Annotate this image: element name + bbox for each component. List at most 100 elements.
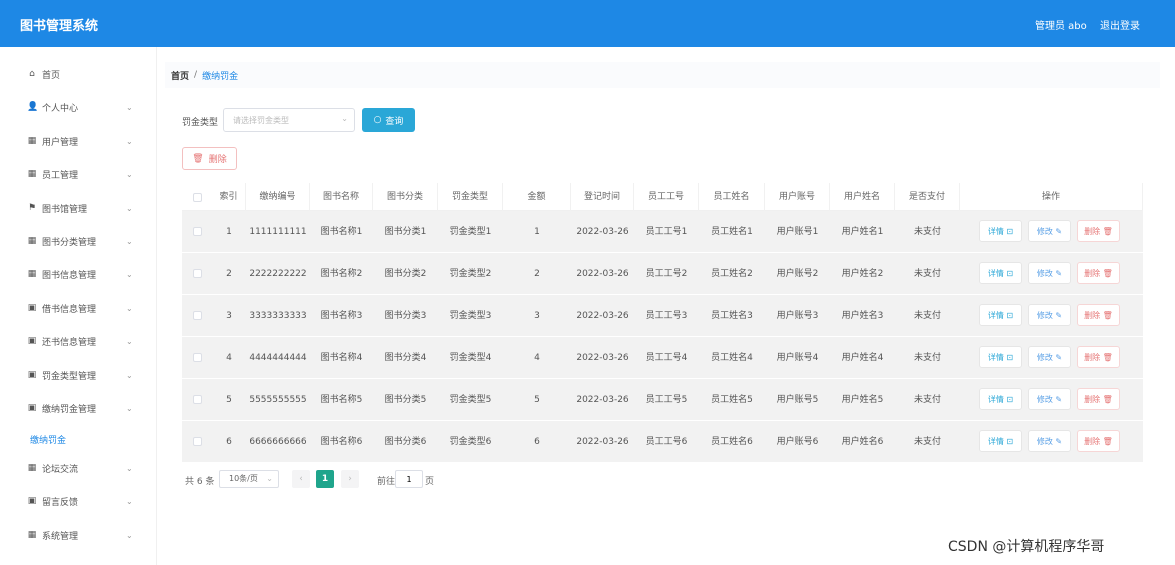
detail-button[interactable]: 详情 ⊡ [979, 304, 1022, 326]
column-header: 索引 [212, 183, 246, 211]
table-row: 3 3333333333 图书名称3 图书分类3 罚金类型3 3 2022-03-26 员工工… [182, 295, 1143, 337]
chevron-down-icon: ⌄ [126, 236, 133, 246]
app-title: 图书管理系统 [20, 19, 99, 34]
detail-button[interactable]: 详情 ⊡ [979, 262, 1022, 284]
row-checkbox[interactable] [193, 437, 202, 446]
edit-button[interactable]: 修改 ✎ [1028, 220, 1071, 242]
table-cell: 图书分类3 [384, 311, 427, 321]
table-row: 6 6666666666 图书名称6 图书分类6 罚金类型6 6 2022-03-26 员工工… [182, 421, 1143, 463]
table-cell: 员工工号1 [645, 227, 688, 237]
prev-page-button[interactable]: ‹ [292, 470, 310, 488]
column-header: 员工工号 [634, 183, 699, 211]
sidebar-item-1[interactable]: 👤 个人中心 ⌄ [0, 96, 157, 118]
page-size-select[interactable]: 10条/页 ⌄ [219, 470, 279, 488]
select-all-checkbox[interactable] [193, 193, 202, 202]
table-cell: 用户姓名4 [841, 353, 884, 363]
table-cell: 用户账号1 [776, 227, 819, 237]
sidebar-item-label: 系统管理 [42, 531, 79, 542]
table-cell: 5 [226, 395, 232, 405]
sidebar-item-4[interactable]: ⚑ 图书馆管理 ⌄ [0, 197, 157, 219]
column-header: 登记时间 [571, 183, 634, 211]
table-cell: 2022-03-26 [576, 437, 629, 447]
detail-button[interactable]: 详情 ⊡ [979, 430, 1022, 452]
table-cell: 2 [226, 269, 232, 279]
sidebar-item-13[interactable]: ▦ 系统管理 ⌄ [0, 524, 157, 546]
table-cell: 罚金类型5 [449, 395, 492, 405]
table-cell: 图书名称6 [320, 437, 363, 447]
sidebar-item-label: 用户管理 [42, 137, 79, 148]
page-number-current[interactable]: 1 [316, 470, 334, 488]
edit-button[interactable]: 修改 ✎ [1028, 304, 1071, 326]
row-checkbox[interactable] [193, 353, 202, 362]
delete-button[interactable]: 删除 🗑 [1077, 220, 1120, 242]
table-cell: 4 [226, 353, 232, 363]
sidebar-item-6[interactable]: ▦ 图书信息管理 ⌄ [0, 263, 157, 285]
sidebar-item-3[interactable]: ▦ 员工管理 ⌄ [0, 163, 157, 185]
table-cell: 5555555555 [249, 395, 307, 405]
sidebar-item-5[interactable]: ▦ 图书分类管理 ⌄ [0, 230, 157, 252]
table-cell: 图书分类6 [384, 437, 427, 447]
sidebar-item-7[interactable]: ▣ 借书信息管理 ⌄ [0, 297, 157, 319]
delete-button[interactable]: 删除 🗑 [1077, 388, 1120, 410]
fine-type-select[interactable]: ⌄ [223, 108, 355, 132]
fine-type-input[interactable] [224, 109, 334, 131]
next-page-button[interactable]: › [341, 470, 359, 488]
sidebar-item-10[interactable]: ▣ 缴纳罚金管理 ⌄ [0, 397, 157, 419]
sidebar-item-2[interactable]: ▦ 用户管理 ⌄ [0, 130, 157, 152]
menu-icon: ▦ [27, 169, 37, 179]
delete-button[interactable]: 删除 🗑 [1077, 262, 1120, 284]
sidebar-item-8[interactable]: ▣ 还书信息管理 ⌄ [0, 330, 157, 352]
chevron-down-icon: ⌄ [126, 496, 133, 506]
row-checkbox[interactable] [193, 227, 202, 236]
delete-button[interactable]: 删除 🗑 [1077, 430, 1120, 452]
edit-button[interactable]: 修改 ✎ [1028, 262, 1071, 284]
chevron-down-icon: ⌄ [266, 474, 273, 483]
table-cell: 用户账号4 [776, 353, 819, 363]
column-header: 图书名称 [310, 183, 373, 211]
query-button[interactable]: ○ 查询 [362, 108, 415, 132]
table-cell: 2022-03-26 [576, 269, 629, 279]
chevron-down-icon: ⌄ [341, 114, 348, 123]
detail-button[interactable]: 详情 ⊡ [979, 220, 1022, 242]
row-checkbox[interactable] [193, 395, 202, 404]
sidebar-item-label: 论坛交流 [42, 464, 79, 475]
row-checkbox[interactable] [193, 269, 202, 278]
sidebar-item-0[interactable]: ⌂ 首页 [0, 63, 157, 85]
edit-button[interactable]: 修改 ✎ [1028, 346, 1071, 368]
table-cell: 3 [534, 311, 540, 321]
delete-button[interactable]: 删除 🗑 [1077, 304, 1120, 326]
edit-button[interactable]: 修改 ✎ [1028, 430, 1071, 452]
edit-button[interactable]: 修改 ✎ [1028, 388, 1071, 410]
table-cell: 5 [534, 395, 540, 405]
table-cell: 2022-03-26 [576, 227, 629, 237]
chevron-down-icon: ⌄ [126, 136, 133, 146]
logout-link[interactable]: 退出登录 [1100, 17, 1140, 32]
sidebar-subitem-active[interactable]: 缴纳罚金 [30, 433, 66, 446]
table-cell: 员工姓名5 [711, 395, 753, 405]
menu-icon: ▦ [27, 269, 37, 279]
table-cell: 用户姓名2 [841, 269, 884, 279]
batch-delete-button[interactable]: 🗑 删除 [182, 147, 237, 170]
delete-button[interactable]: 删除 🗑 [1077, 346, 1120, 368]
row-checkbox[interactable] [193, 311, 202, 320]
menu-icon: ▣ [27, 403, 37, 413]
table-cell: 1111111111 [249, 227, 307, 237]
menu-icon: ▦ [27, 236, 37, 246]
column-header: 是否支付 [895, 183, 960, 211]
table-cell: 图书分类2 [384, 269, 427, 279]
goto-page-input[interactable] [395, 470, 423, 488]
sidebar-item-9[interactable]: ▣ 罚金类型管理 ⌄ [0, 364, 157, 386]
sidebar-item-label: 图书分类管理 [42, 237, 97, 248]
detail-button[interactable]: 详情 ⊡ [979, 346, 1022, 368]
chevron-down-icon: ⌄ [126, 269, 133, 279]
breadcrumb-separator: / [194, 70, 198, 80]
table-cell: 2222222222 [249, 269, 307, 279]
table-cell: 1 [226, 227, 232, 237]
breadcrumb-home[interactable]: 首页 [171, 69, 189, 82]
detail-button[interactable]: 详情 ⊡ [979, 388, 1022, 410]
sidebar-item-12[interactable]: ▣ 留言反馈 ⌄ [0, 490, 157, 512]
table-cell: 6 [534, 437, 540, 447]
sidebar-item-11[interactable]: ▦ 论坛交流 ⌄ [0, 457, 157, 479]
sidebar: ⌂ 首页 👤 个人中心 ⌄ ▦ 用户管理 ⌄ ▦ 员工管理 ⌄ ⚑ 图书馆管理 ⌄ ▦ 图书分类管理 ⌄ ▦ 图书信… [0, 47, 157, 565]
table-cell: 用户账号2 [776, 269, 819, 279]
